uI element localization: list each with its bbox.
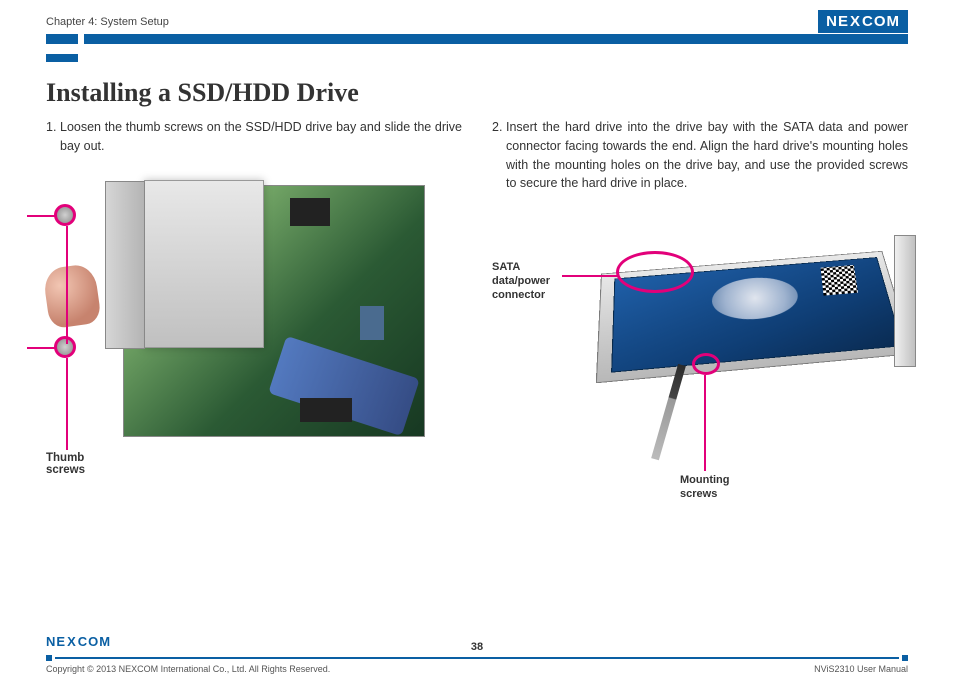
mounting-screws-label: Mounting screws [680, 473, 729, 502]
step-number: 2. [492, 118, 506, 193]
doc-name: NViS2310 User Manual [814, 664, 908, 674]
thumb-screw-callout [54, 204, 76, 226]
drive-bay-handle [105, 181, 145, 349]
divider-segment [55, 657, 899, 659]
figure-drive-bay: Thumb screws [46, 168, 462, 468]
divider-segment [46, 34, 78, 44]
page-footer: NEXCOM 38 Copyright © 2013 NEXCOM Intern… [46, 633, 908, 674]
chapter-label: Chapter 4: System Setup [46, 16, 908, 28]
divider-segment [902, 655, 908, 661]
figure-hard-drive: SATA data/power connector Mounting screw… [492, 205, 908, 515]
divider-segment [84, 34, 908, 44]
copyright-text: Copyright © 2013 NEXCOM International Co… [46, 664, 330, 674]
accent-bar [46, 54, 78, 62]
step-text: Insert the hard drive into the drive bay… [506, 118, 908, 193]
step-1: 1. Loosen the thumb screws on the SSD/HD… [46, 118, 462, 156]
tray-handle [894, 235, 916, 367]
divider-segment [46, 655, 52, 661]
page-title: Installing a SSD/HDD Drive [46, 78, 908, 108]
logo-part: NE [826, 13, 849, 30]
callout-line [66, 226, 68, 344]
callout-line [562, 275, 618, 277]
column-left: 1. Loosen the thumb screws on the SSD/HD… [46, 118, 462, 515]
callout-line [704, 375, 706, 471]
column-right: 2. Insert the hard drive into the drive … [492, 118, 908, 515]
step-text: Loosen the thumb screws on the SSD/HDD d… [60, 118, 462, 156]
thumb-screws-label: Thumb screws [46, 452, 85, 476]
step-2: 2. Insert the hard drive into the drive … [492, 118, 908, 193]
thumb-screw-callout [54, 336, 76, 358]
screwdriver-icon [651, 364, 686, 460]
footer-divider [46, 655, 908, 661]
pcb-chip [290, 198, 330, 226]
logo-x-icon: X [849, 13, 862, 30]
content-columns: 1. Loosen the thumb screws on the SSD/HD… [46, 118, 908, 515]
sata-callout-circle [616, 251, 694, 293]
page-number: 38 [46, 641, 908, 653]
mounting-callout-circle [692, 353, 720, 375]
hand-icon [42, 262, 102, 329]
pcb-chip [360, 306, 384, 340]
pcb-chip [300, 398, 352, 422]
page-header: Chapter 4: System Setup NEXCOM [46, 16, 908, 44]
callout-line [66, 358, 68, 450]
logo-part: COM [862, 13, 900, 30]
sata-connector-label: SATA data/power connector [492, 261, 562, 302]
brand-logo-top: NEXCOM [818, 10, 908, 33]
step-number: 1. [46, 118, 60, 156]
footer-bottom-row: Copyright © 2013 NEXCOM International Co… [46, 664, 908, 674]
drive-bay-body [144, 180, 264, 348]
header-divider [46, 34, 908, 44]
photo-pcb [124, 186, 424, 436]
qr-label-icon [821, 265, 858, 296]
